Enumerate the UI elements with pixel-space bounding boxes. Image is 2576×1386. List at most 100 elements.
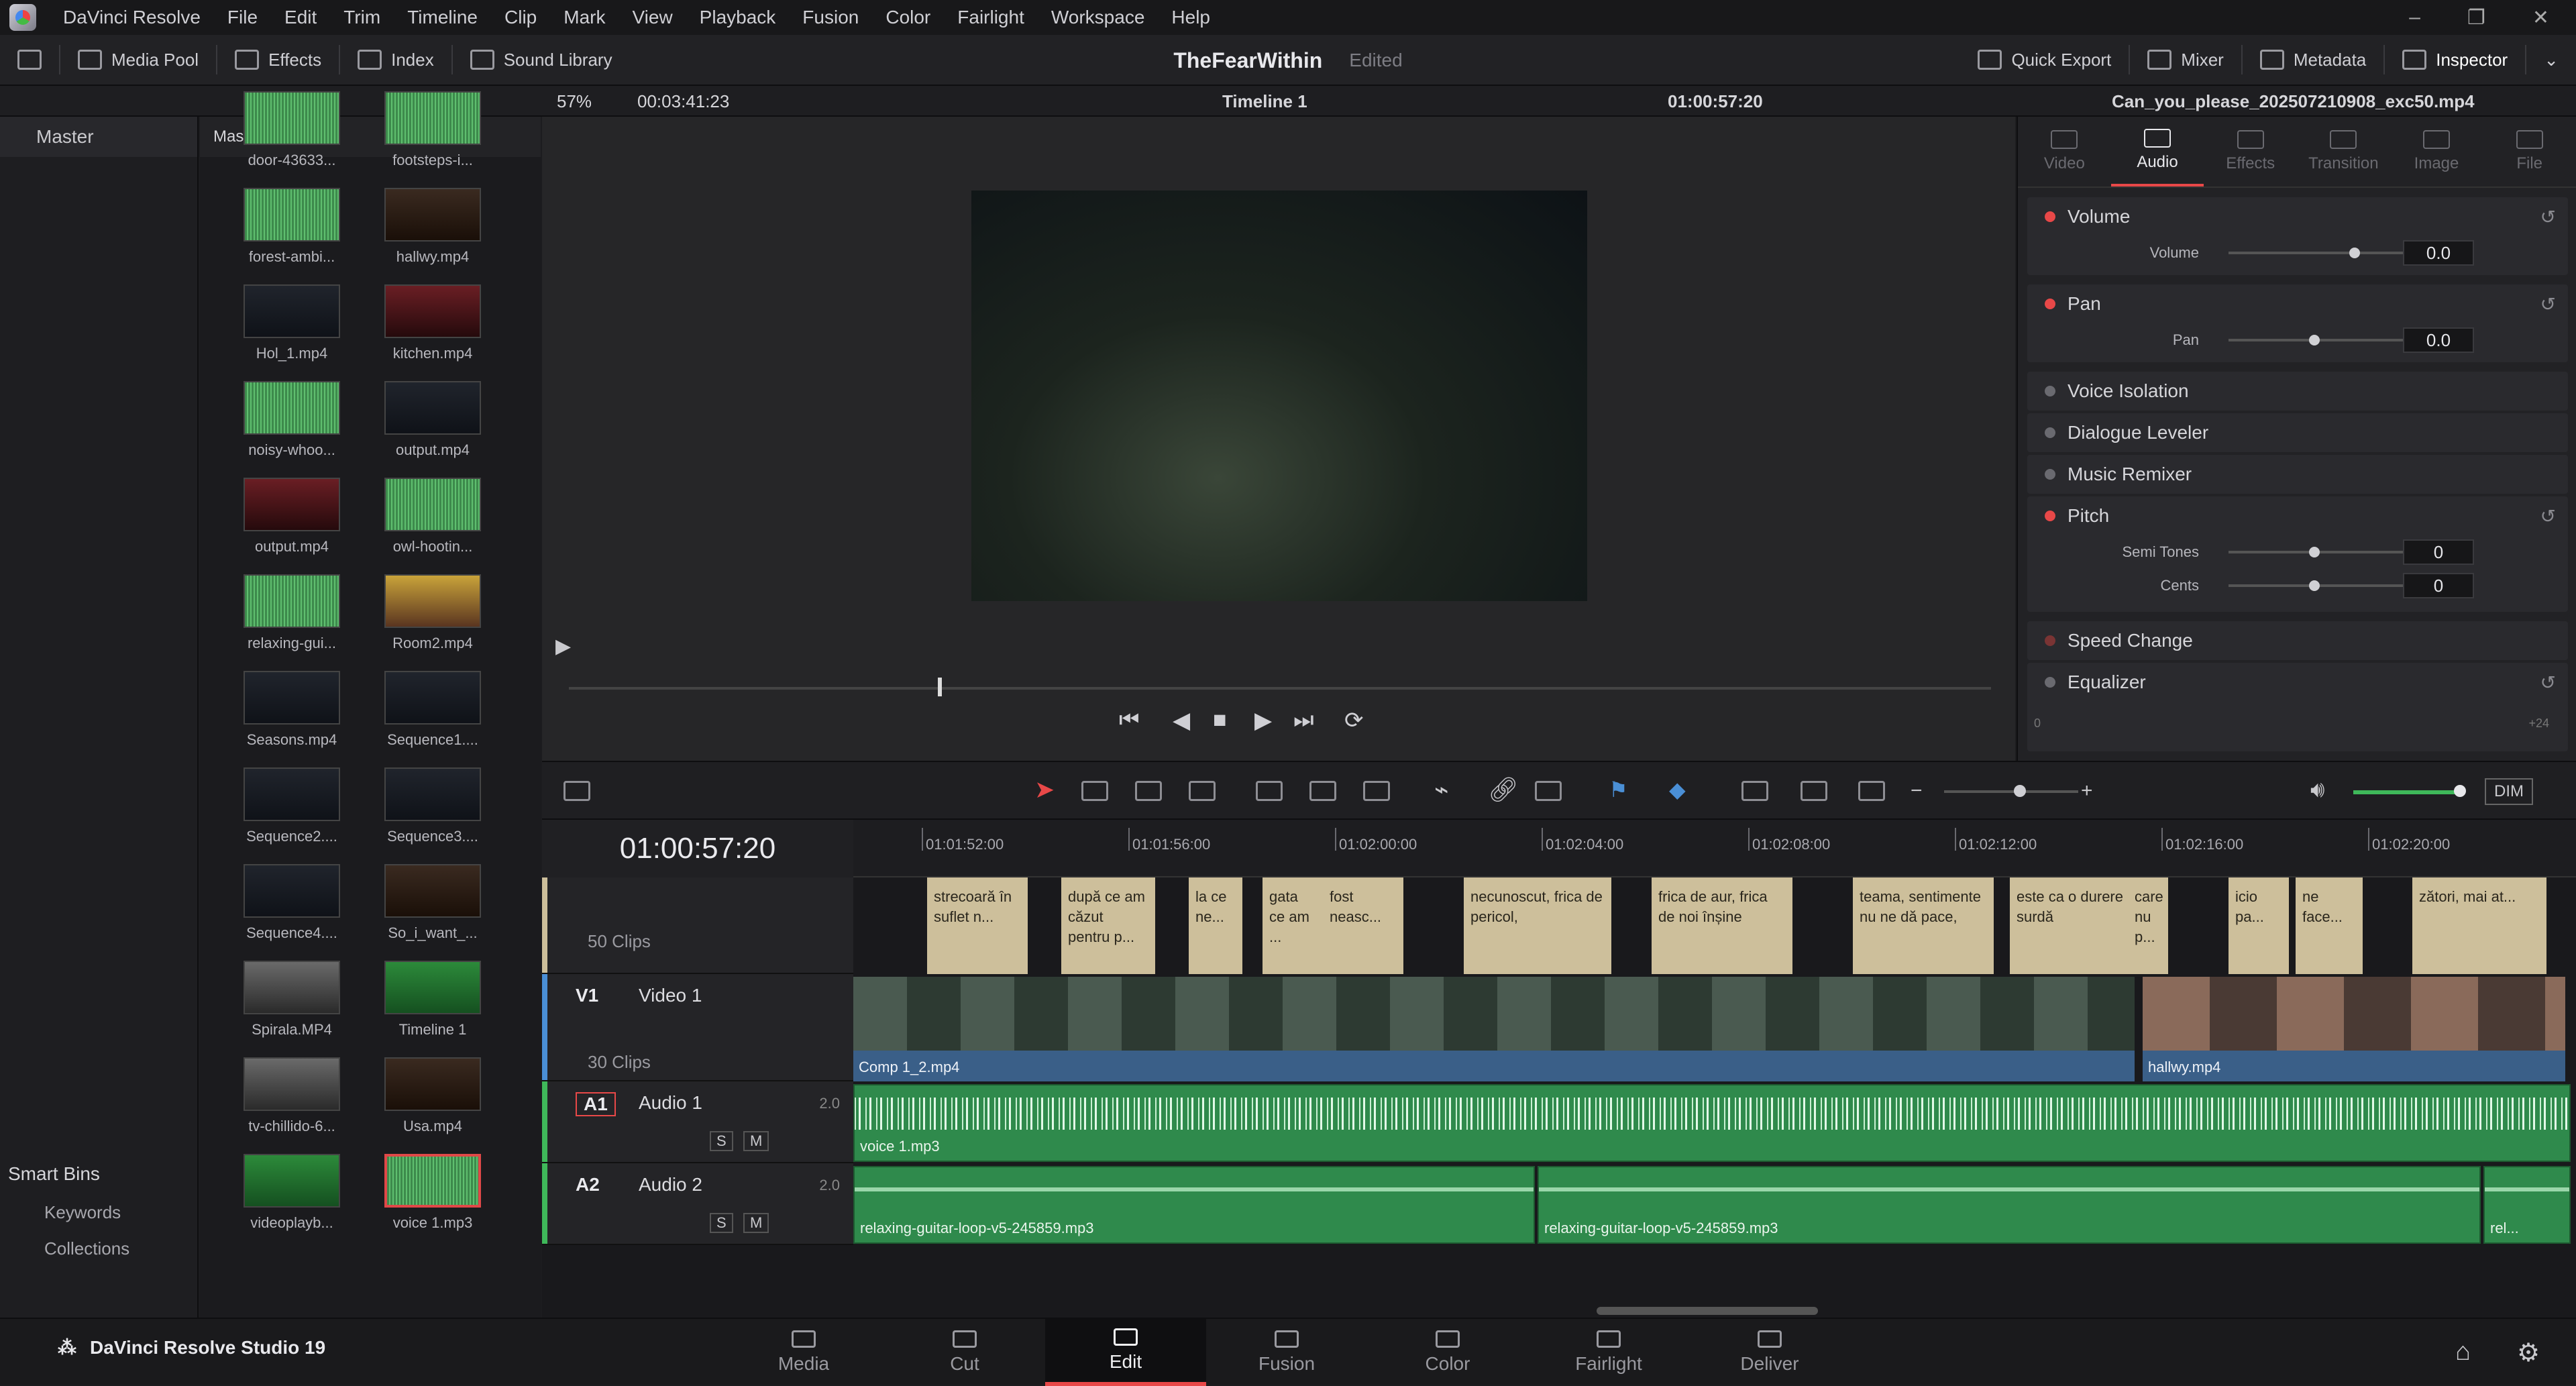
reset-icon[interactable]: ↺ — [2540, 206, 2556, 228]
subtitle-clip[interactable]: fost neasc... — [1323, 877, 1403, 974]
zoom-full-icon[interactable] — [1741, 781, 1768, 801]
media-clip[interactable]: forest-ambi... — [241, 188, 342, 266]
video-clip[interactable]: hallwy.mp4 — [2143, 977, 2565, 1081]
tab-effects[interactable]: Effects — [2204, 117, 2297, 186]
pan-value[interactable]: 0.0 — [2403, 327, 2474, 353]
media-clip[interactable]: Hol_1.mp4 — [241, 284, 342, 362]
audio-clip[interactable]: relaxing-guitar-loop-v5-245859.mp3 — [853, 1166, 1535, 1244]
zoom-detail-icon[interactable] — [1801, 781, 1827, 801]
subtitle-clip[interactable]: frica de aur, frica de noi înșine — [1652, 877, 1792, 974]
master-volume-knob[interactable] — [2454, 785, 2466, 797]
smart-bin-keywords[interactable]: Keywords — [0, 1194, 199, 1230]
volume-value[interactable]: 0.0 — [2403, 240, 2474, 266]
reset-icon[interactable]: ↺ — [2540, 293, 2556, 315]
tab-audio[interactable]: Audio — [2110, 117, 2204, 186]
zoom-slider-knob[interactable] — [2014, 785, 2026, 797]
media-clip[interactable]: voice 1.mp3 — [382, 1154, 483, 1232]
media-clip[interactable]: Sequence2.... — [241, 767, 342, 845]
insert-clip-icon[interactable] — [1256, 781, 1283, 801]
page-edit[interactable]: Edit — [1045, 1319, 1206, 1386]
media-clip[interactable]: door-43633... — [241, 91, 342, 169]
lock-icon[interactable] — [1535, 781, 1562, 801]
media-clip[interactable]: So_i_want_... — [382, 864, 483, 942]
master-volume-slider[interactable] — [2353, 790, 2461, 794]
pan-knob[interactable] — [2309, 335, 2320, 345]
media-clip[interactable]: noisy-whoo... — [241, 381, 342, 459]
solo-button-a2[interactable]: S — [710, 1213, 733, 1233]
semitones-knob[interactable] — [2309, 547, 2320, 557]
menu-playback[interactable]: Playback — [686, 7, 790, 28]
menu-help[interactable]: Help — [1158, 7, 1224, 28]
speed-change-section[interactable]: Speed Change — [2027, 621, 2568, 660]
tab-image[interactable]: Image — [2390, 117, 2483, 186]
media-clip[interactable]: Timeline 1 — [382, 961, 483, 1038]
track-id-a1[interactable]: A1 — [576, 1092, 616, 1116]
index-button[interactable]: Index — [340, 35, 451, 85]
menu-fairlight[interactable]: Fairlight — [944, 7, 1038, 28]
equalizer-section[interactable]: Equalizer ↺ 0 +24 — [2027, 663, 2568, 751]
media-clip[interactable]: Sequence4.... — [241, 864, 342, 942]
media-clip[interactable]: hallwy.mp4 — [382, 188, 483, 266]
menu-trim[interactable]: Trim — [330, 7, 394, 28]
zoom-custom-icon[interactable] — [1858, 781, 1885, 801]
music-remixer-section[interactable]: Music Remixer — [2027, 455, 2568, 494]
subtitle-clip[interactable]: teama, sentimente nu ne dă pace, — [1853, 877, 1994, 974]
media-clip[interactable]: owl-hootin... — [382, 478, 483, 555]
skip-start-icon[interactable]: ⏮ — [1119, 707, 1140, 733]
subtitle-clip[interactable]: necunoscut, frica de pericol, — [1464, 877, 1611, 974]
mute-button-a2[interactable]: M — [743, 1213, 769, 1233]
page-media[interactable]: Media — [723, 1319, 884, 1386]
play-icon[interactable]: ▶ — [1254, 707, 1272, 734]
link-icon[interactable]: 🔗︎ — [1488, 776, 1519, 804]
layout-toggle-button[interactable] — [0, 35, 59, 85]
media-clip[interactable]: kitchen.mp4 — [382, 284, 483, 362]
zoom-out-icon[interactable]: − — [1911, 780, 1923, 802]
collapse-button[interactable]: ⌄ — [2526, 35, 2576, 85]
selection-tool-icon[interactable]: ➤ — [1034, 776, 1055, 804]
zoom-in-icon[interactable]: + — [2081, 780, 2093, 802]
reset-icon[interactable]: ↺ — [2540, 672, 2556, 694]
media-clip[interactable]: Usa.mp4 — [382, 1057, 483, 1135]
volume-enable-toggle[interactable] — [2045, 211, 2055, 222]
pitch-enable-toggle[interactable] — [2045, 511, 2055, 521]
volume-slider[interactable] — [2229, 252, 2403, 254]
metadata-button[interactable]: Metadata — [2243, 35, 2383, 85]
scrubber-bar[interactable] — [569, 687, 1991, 690]
timeline-scrollbar[interactable] — [1597, 1307, 1818, 1315]
timeline-selector[interactable]: Timeline 1 — [1222, 86, 1307, 117]
subtitle-clip[interactable]: ne face... — [2296, 877, 2363, 974]
voice-isolation-section[interactable]: Voice Isolation — [2027, 372, 2568, 411]
subtitle-clip[interactable]: după ce am căzut pentru p... — [1061, 877, 1155, 974]
timeline-options-icon[interactable] — [564, 781, 590, 801]
media-pool-button[interactable]: Media Pool — [60, 35, 216, 85]
smart-bin-collections[interactable]: Collections — [0, 1230, 199, 1267]
menu-timeline[interactable]: Timeline — [394, 7, 491, 28]
dynamic-trim-icon[interactable] — [1135, 781, 1162, 801]
menu-clip[interactable]: Clip — [491, 7, 550, 28]
maximize-icon[interactable]: ❐ — [2467, 6, 2485, 30]
media-clip[interactable]: Seasons.mp4 — [241, 671, 342, 749]
media-clip[interactable]: Spirala.MP4 — [241, 961, 342, 1038]
semitones-value[interactable]: 0 — [2403, 539, 2474, 565]
media-clip[interactable]: relaxing-gui... — [241, 574, 342, 652]
minimize-icon[interactable]: – — [2409, 6, 2420, 30]
tab-file[interactable]: File — [2483, 117, 2576, 186]
track-name-a1[interactable]: Audio 1 — [639, 1092, 702, 1114]
subtitle-clip[interactable]: la ce ne... — [1189, 877, 1242, 974]
subtitle-clip[interactable]: zători, mai at... — [2412, 877, 2546, 974]
video-clip[interactable]: Comp 1_2.mp4 — [853, 977, 2135, 1081]
solo-button-a1[interactable]: S — [710, 1131, 733, 1151]
media-clip[interactable]: Sequence3.... — [382, 767, 483, 845]
effects-button[interactable]: Effects — [217, 35, 339, 85]
track-name-a2[interactable]: Audio 2 — [639, 1174, 702, 1195]
menu-file[interactable]: File — [214, 7, 271, 28]
flag-icon[interactable]: ⚑ — [1609, 777, 1628, 802]
subtitle-clip[interactable]: gata ce am ... — [1263, 877, 1323, 974]
page-cut[interactable]: Cut — [884, 1319, 1045, 1386]
subtitle-clip[interactable]: icio pa... — [2229, 877, 2289, 974]
media-clip[interactable]: output.mp4 — [382, 381, 483, 459]
subtitle-clip[interactable]: strecoară în suflet n... — [927, 877, 1028, 974]
zoom-level[interactable]: 57% — [557, 86, 592, 117]
page-color[interactable]: Color — [1367, 1319, 1528, 1386]
tab-transition[interactable]: Transition — [2297, 117, 2390, 186]
